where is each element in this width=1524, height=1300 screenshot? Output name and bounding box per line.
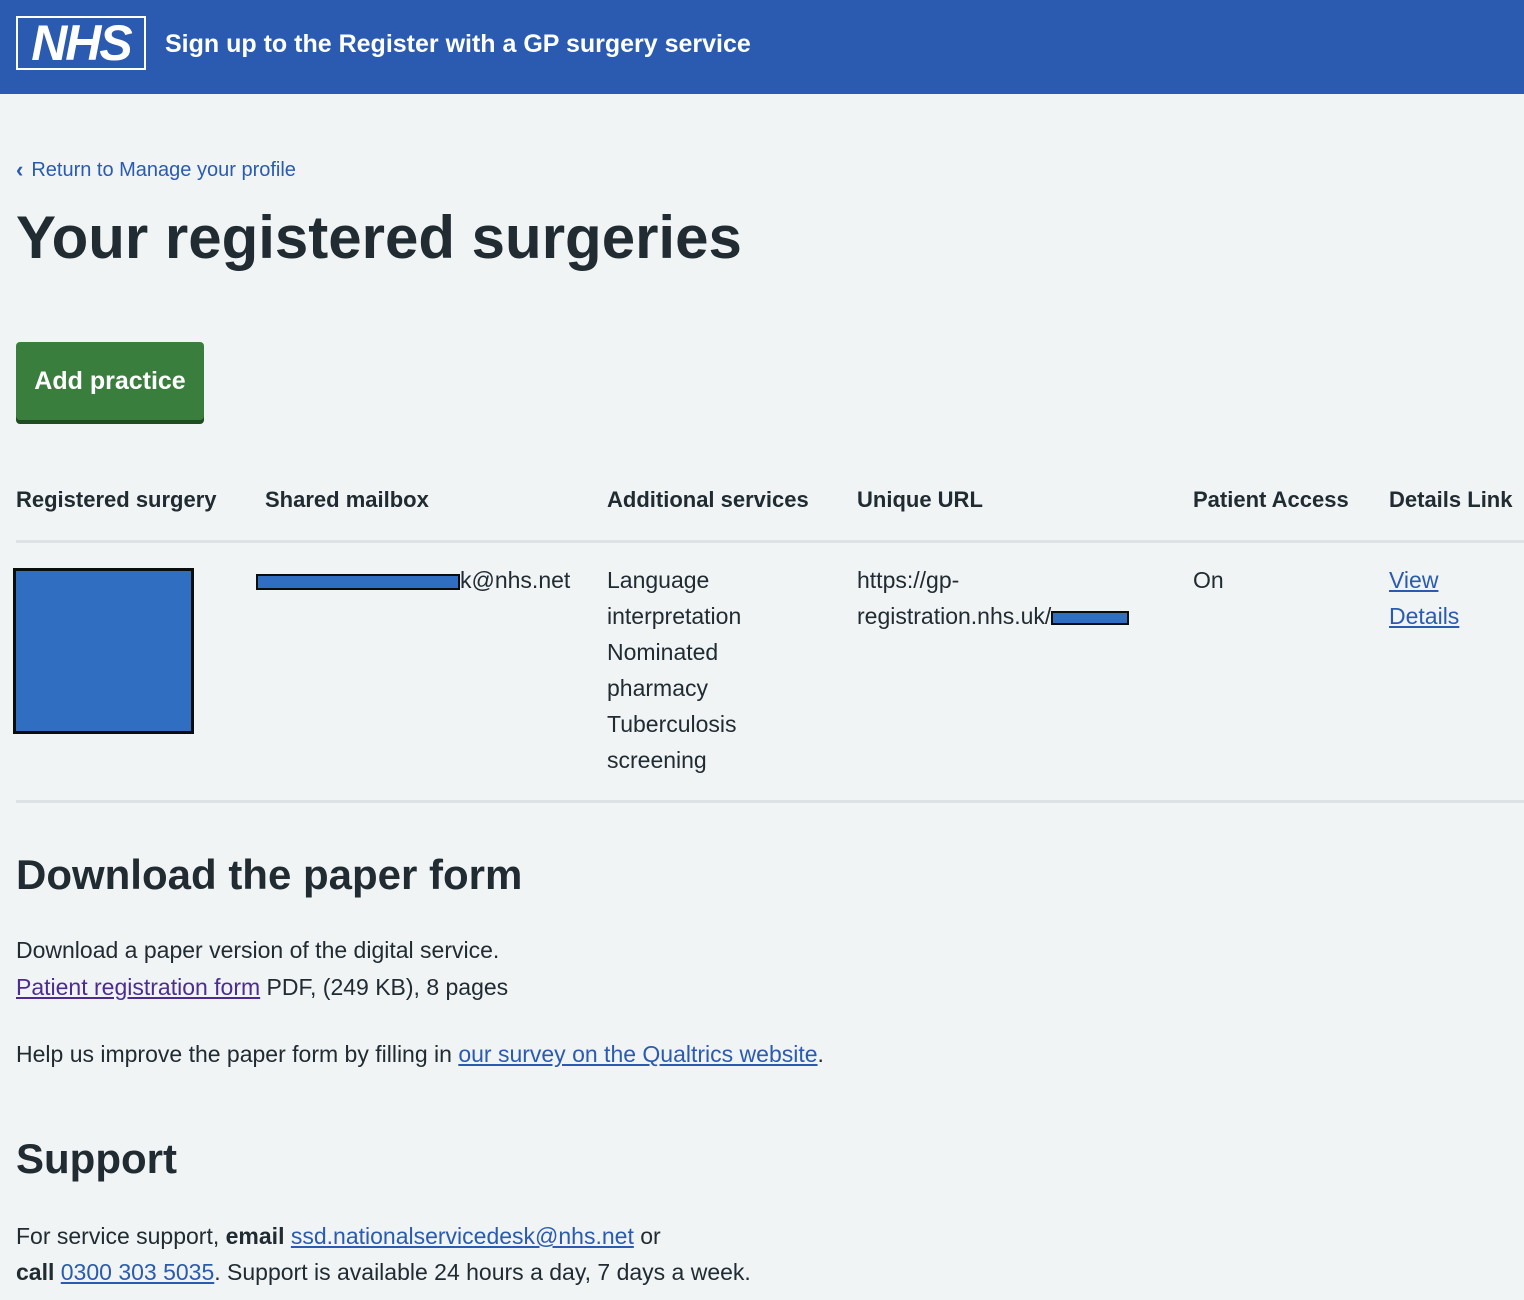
service-line: interpretation (607, 603, 742, 629)
mailbox-suffix: k@nhs.net (460, 567, 571, 593)
nhs-logo-text: NHS (18, 18, 144, 68)
service-line: pharmacy (607, 675, 708, 701)
form-file-info: PDF, (249 KB), 8 pages (260, 974, 509, 1000)
view-details-link[interactable]: View Details (1389, 562, 1459, 634)
column-header-additional-services: Additional services (607, 487, 809, 512)
support-heading: Support (16, 1135, 177, 1182)
support-call-label: call (16, 1259, 55, 1285)
unique-url-cell: https://gp- registration.nhs.uk/ (857, 562, 1130, 634)
service-line: Tuberculosis (607, 711, 737, 737)
support-email-line: For service support, email ssd.nationals… (16, 1218, 661, 1254)
redacted-url-suffix (1051, 610, 1130, 625)
back-link-label: Return to Manage your profile (31, 159, 296, 181)
support-email-link[interactable]: ssd.nationalservicedesk@nhs.net (291, 1223, 634, 1249)
survey-suffix: . (817, 1041, 824, 1067)
shared-mailbox-cell: k@nhs.net (256, 562, 570, 598)
download-intro: Download a paper version of the digital … (16, 937, 500, 963)
support-phone-line: call 0300 303 5035. Support is available… (16, 1254, 751, 1290)
column-header-unique-url: Unique URL (857, 487, 983, 512)
patient-registration-form-link[interactable]: Patient registration form (16, 974, 260, 1000)
additional-services-cell: Language interpretation Nominated pharma… (607, 562, 741, 778)
url-line-2: registration.nhs.uk/ (857, 603, 1052, 629)
support-availability: . Support is available 24 hours a day, 7… (214, 1259, 751, 1285)
column-header-registered-surgery: Registered surgery (16, 487, 217, 512)
redacted-mailbox-prefix (256, 573, 460, 590)
column-header-shared-mailbox: Shared mailbox (265, 487, 429, 512)
download-heading: Download the paper form (16, 851, 523, 898)
service-name[interactable]: Sign up to the Register with a GP surger… (165, 28, 751, 60)
column-header-details-link: Details Link (1389, 487, 1513, 512)
service-line: screening (607, 747, 707, 773)
table-row-divider (16, 800, 1524, 803)
support-prefix: For service support, (16, 1223, 226, 1249)
nhs-logo[interactable]: NHS (16, 16, 146, 70)
view-details-line-2: Details (1389, 603, 1460, 629)
survey-line: Help us improve the paper form by fillin… (16, 1036, 824, 1072)
qualtrics-survey-link[interactable]: our survey on the Qualtrics website (458, 1041, 817, 1067)
page-title: Your registered surgeries (16, 204, 742, 271)
redacted-surgery-name (13, 568, 194, 734)
service-line: Nominated (607, 639, 719, 665)
view-details-line-1: View (1389, 567, 1439, 593)
add-practice-button[interactable]: Add practice (16, 342, 204, 420)
chevron-left-icon: ‹ (16, 157, 24, 182)
url-line-1: https://gp- (857, 567, 960, 593)
support-email-label: email (225, 1223, 285, 1249)
site-header: NHS Sign up to the Register with a GP su… (0, 0, 1524, 94)
column-header-patient-access: Patient Access (1193, 487, 1349, 512)
patient-access-value: On (1193, 567, 1224, 593)
support-phone-link[interactable]: 0300 303 5035 (61, 1259, 215, 1285)
download-form-line: Patient registration form PDF, (249 KB),… (16, 969, 508, 1005)
back-link[interactable]: ‹ Return to Manage your profile (16, 156, 296, 184)
support-or: or (633, 1223, 661, 1249)
survey-prefix: Help us improve the paper form by fillin… (16, 1041, 459, 1067)
table-header-divider (16, 540, 1524, 543)
service-line: Language (607, 567, 710, 593)
